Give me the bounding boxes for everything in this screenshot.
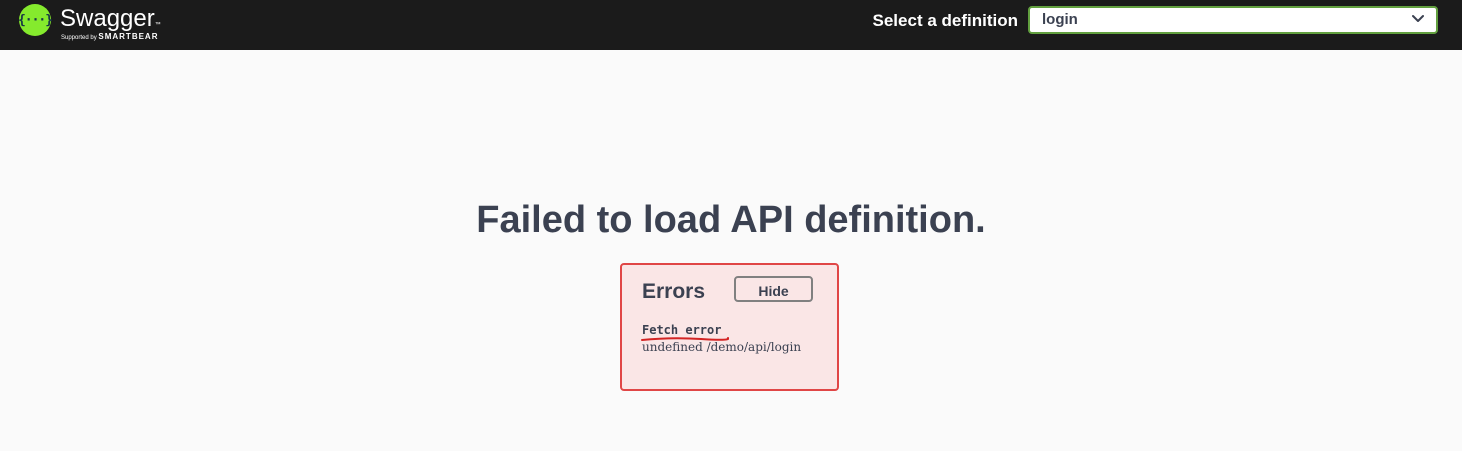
chevron-down-icon	[1412, 15, 1424, 22]
swagger-logo-icon: {···}	[17, 4, 53, 36]
error-item-title: Fetch error	[642, 323, 722, 337]
error-item-message: undefined /demo/api/login	[642, 340, 802, 354]
brand-trademark: ™	[154, 22, 161, 28]
brand-tagline: Supported by SMARTBEAR	[61, 32, 158, 41]
page-headline: Failed to load API definition.	[476, 199, 986, 241]
definition-label: Select a definition	[872, 11, 1018, 30]
brand-name-text: Swagger	[60, 5, 155, 32]
topbar: {···} Swagger™ Supported by SMARTBEAR Se…	[0, 0, 1462, 50]
errors-panel: Errors Hide Fetch error undefined /demo/…	[620, 263, 839, 391]
swagger-logo[interactable]: {···} Swagger™ Supported by SMARTBEAR	[17, 4, 179, 42]
brand-company: SMARTBEAR	[98, 32, 159, 41]
definition-select-value: login	[1042, 11, 1078, 28]
errors-title: Errors	[642, 280, 706, 303]
brand-supported-by: Supported by	[61, 35, 97, 41]
definition-select[interactable]: login	[1028, 6, 1438, 34]
swagger-logo-glyph: {···}	[17, 12, 53, 28]
hide-errors-button[interactable]: Hide	[734, 276, 813, 302]
